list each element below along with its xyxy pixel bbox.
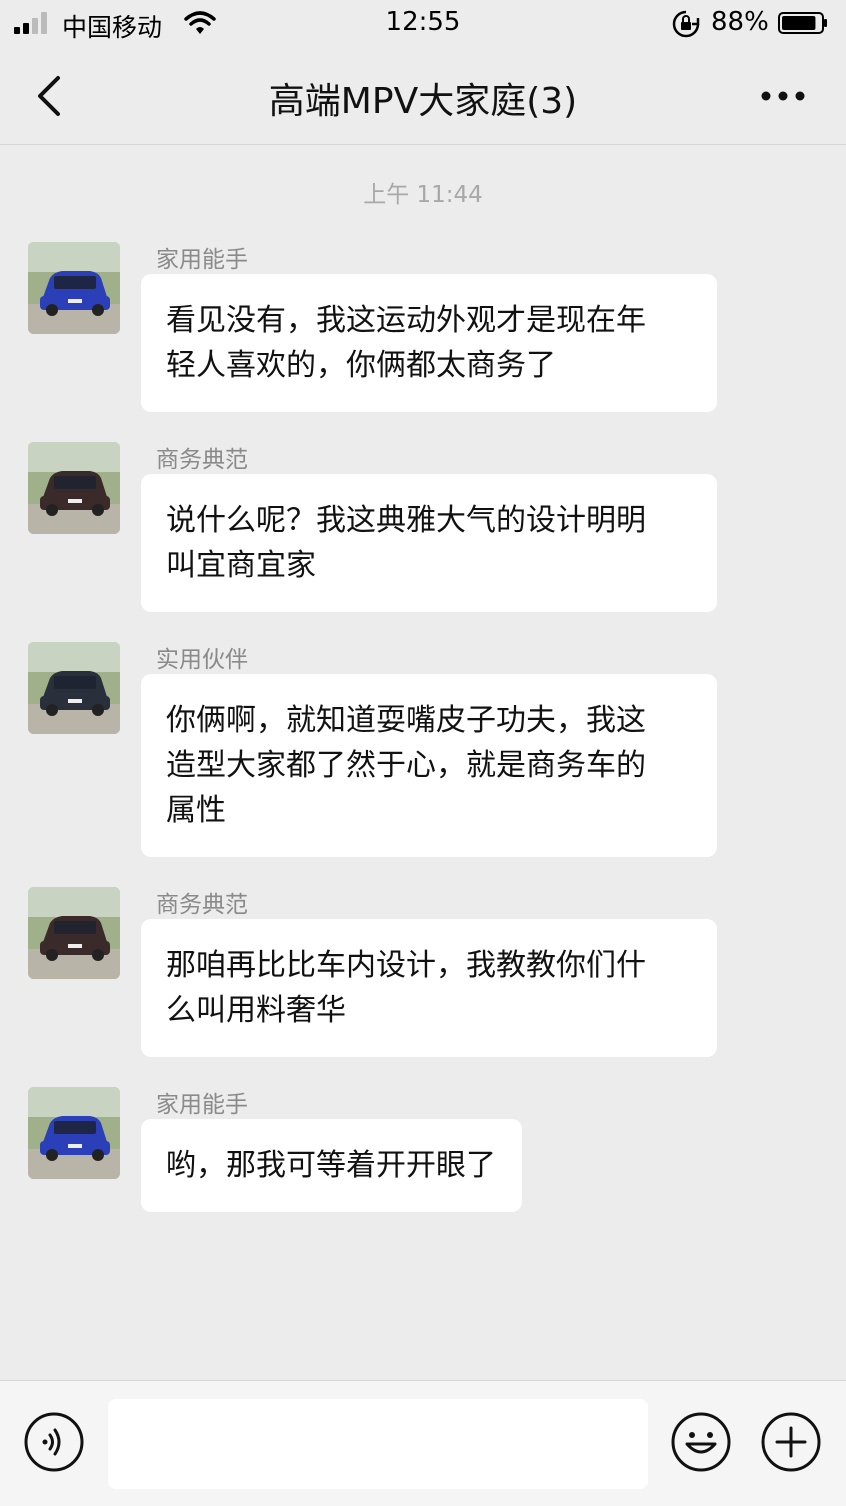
message-text-line: 你俩啊，就知道耍嘴皮子功夫，我这 — [166, 703, 646, 738]
battery-percentage: 88% — [711, 7, 769, 37]
message-text-line: 轻人喜欢的，你俩都太商务了 — [166, 348, 556, 383]
avatar[interactable] — [28, 887, 120, 979]
input-bar — [0, 1380, 846, 1506]
emoji-icon[interactable] — [670, 1411, 732, 1473]
status-bar: 中国移动 12:55 88% — [0, 0, 846, 48]
message-input[interactable] — [108, 1399, 648, 1489]
orientation-lock-icon — [672, 10, 700, 38]
avatar[interactable] — [28, 242, 120, 334]
sender-name: 家用能手 — [156, 247, 248, 273]
message-text-line: 哟，那我可等着开开眼了 — [166, 1148, 496, 1183]
message-text-line: 造型大家都了然于心，就是商务车的 — [166, 748, 646, 783]
message-bubble[interactable]: 看见没有，我这运动外观才是现在年 轻人喜欢的，你俩都太商务了 — [141, 274, 717, 412]
avatar[interactable] — [28, 1087, 120, 1179]
sender-name: 商务典范 — [156, 892, 248, 918]
message-text-line: 那咱再比比车内设计，我教教你们什 — [166, 948, 646, 983]
message-text-line: 属性 — [166, 793, 226, 828]
sender-name: 商务典范 — [156, 447, 248, 473]
message-text-line: 说什么呢？我这典雅大气的设计明明 — [166, 503, 646, 538]
voice-icon[interactable] — [23, 1411, 85, 1473]
message-text-line: 看见没有，我这运动外观才是现在年 — [166, 303, 646, 338]
chat-header: 高端MPV大家庭(3) — [0, 48, 846, 145]
message-bubble[interactable]: 哟，那我可等着开开眼了 — [141, 1119, 522, 1212]
chat-title: 高端MPV大家庭(3) — [268, 81, 578, 122]
sender-name: 家用能手 — [156, 1092, 248, 1118]
more-icon[interactable] — [752, 76, 816, 116]
avatar[interactable] — [28, 642, 120, 734]
avatar[interactable] — [28, 442, 120, 534]
sender-name: 实用伙伴 — [156, 647, 248, 673]
message-bubble[interactable]: 那咱再比比车内设计，我教教你们什 么叫用料奢华 — [141, 919, 717, 1057]
message-text-line: 么叫用料奢华 — [166, 993, 346, 1028]
message-text-line: 叫宜商宜家 — [166, 548, 316, 583]
message-bubble[interactable]: 你俩啊，就知道耍嘴皮子功夫，我这 造型大家都了然于心，就是商务车的 属性 — [141, 674, 717, 857]
chat-timestamp: 上午 11:44 — [363, 182, 483, 208]
message-bubble[interactable]: 说什么呢？我这典雅大气的设计明明 叫宜商宜家 — [141, 474, 717, 612]
battery-icon — [778, 12, 827, 34]
plus-icon[interactable] — [760, 1411, 822, 1473]
